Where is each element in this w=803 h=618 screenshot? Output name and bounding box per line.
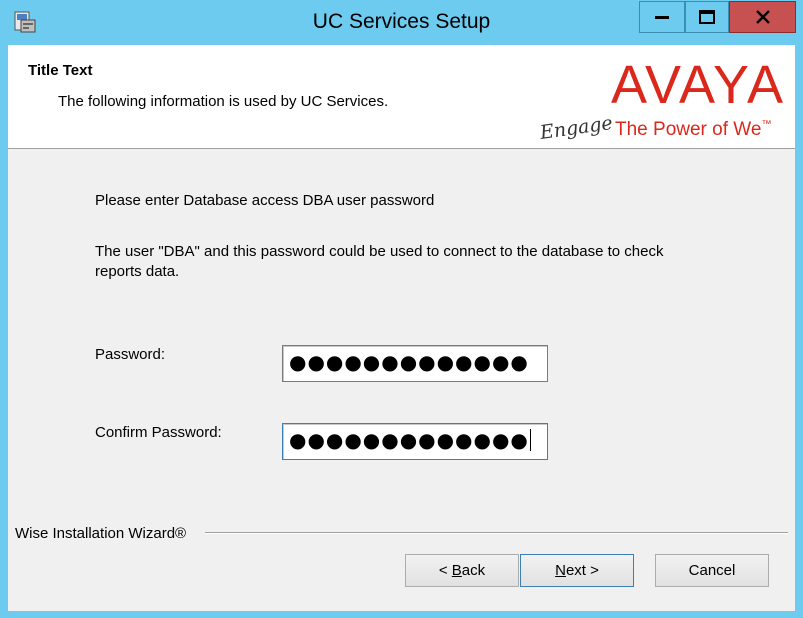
back-prefix: < (438, 562, 452, 579)
back-rest: ack (461, 562, 486, 579)
confirm-password-field[interactable]: ●●●●●●●●●●●●● (282, 423, 548, 460)
next-accelerator: N (555, 562, 566, 579)
next-button[interactable]: Next > (520, 554, 634, 587)
close-icon (755, 10, 770, 24)
confirm-password-value: ●●●●●●●●●●●●● (289, 428, 529, 452)
tagline-text: The Power of We (615, 119, 761, 140)
logo-wordmark: AVAYA (611, 55, 785, 115)
maximize-icon (699, 10, 715, 24)
password-note: The user "DBA" and this password could b… (95, 243, 664, 280)
svg-text:The Power of We™: The Power of We™ (615, 119, 771, 140)
dialog-client-area: Title Text The following information is … (8, 45, 795, 611)
password-field[interactable]: ●●●●●●●●●●●●● (282, 345, 548, 382)
password-label: Password: (95, 346, 166, 363)
wizard-header: Title Text The following information is … (8, 45, 795, 149)
password-prompt: Please enter Database access DBA user pa… (95, 192, 435, 209)
title-bar[interactable]: UC Services Setup (0, 0, 803, 45)
cancel-button[interactable]: Cancel (655, 554, 769, 587)
back-accelerator: B (451, 562, 462, 579)
wizard-brand-label: Wise Installation Wizard® (15, 525, 187, 542)
minimize-icon (655, 16, 669, 19)
close-button[interactable] (729, 1, 796, 33)
back-button[interactable]: < Back (405, 554, 519, 587)
page-title: Title Text (28, 62, 93, 79)
maximize-button[interactable] (685, 1, 729, 33)
next-rest: ext > (565, 562, 599, 579)
minimize-button[interactable] (639, 1, 685, 33)
tagline-tm: ™ (761, 119, 771, 130)
text-caret (529, 429, 531, 451)
setup-window: UC Services Setup Title Text The followi… (0, 0, 803, 618)
footer-divider (205, 532, 788, 534)
confirm-password-label: Confirm Password: (95, 424, 222, 441)
avaya-logo: AVAYA Engage The Power of We™ (538, 55, 785, 144)
page-subtitle: The following information is used by UC … (58, 93, 389, 110)
tagline-script: Engage (538, 112, 614, 144)
password-value: ●●●●●●●●●●●●● (289, 350, 529, 374)
